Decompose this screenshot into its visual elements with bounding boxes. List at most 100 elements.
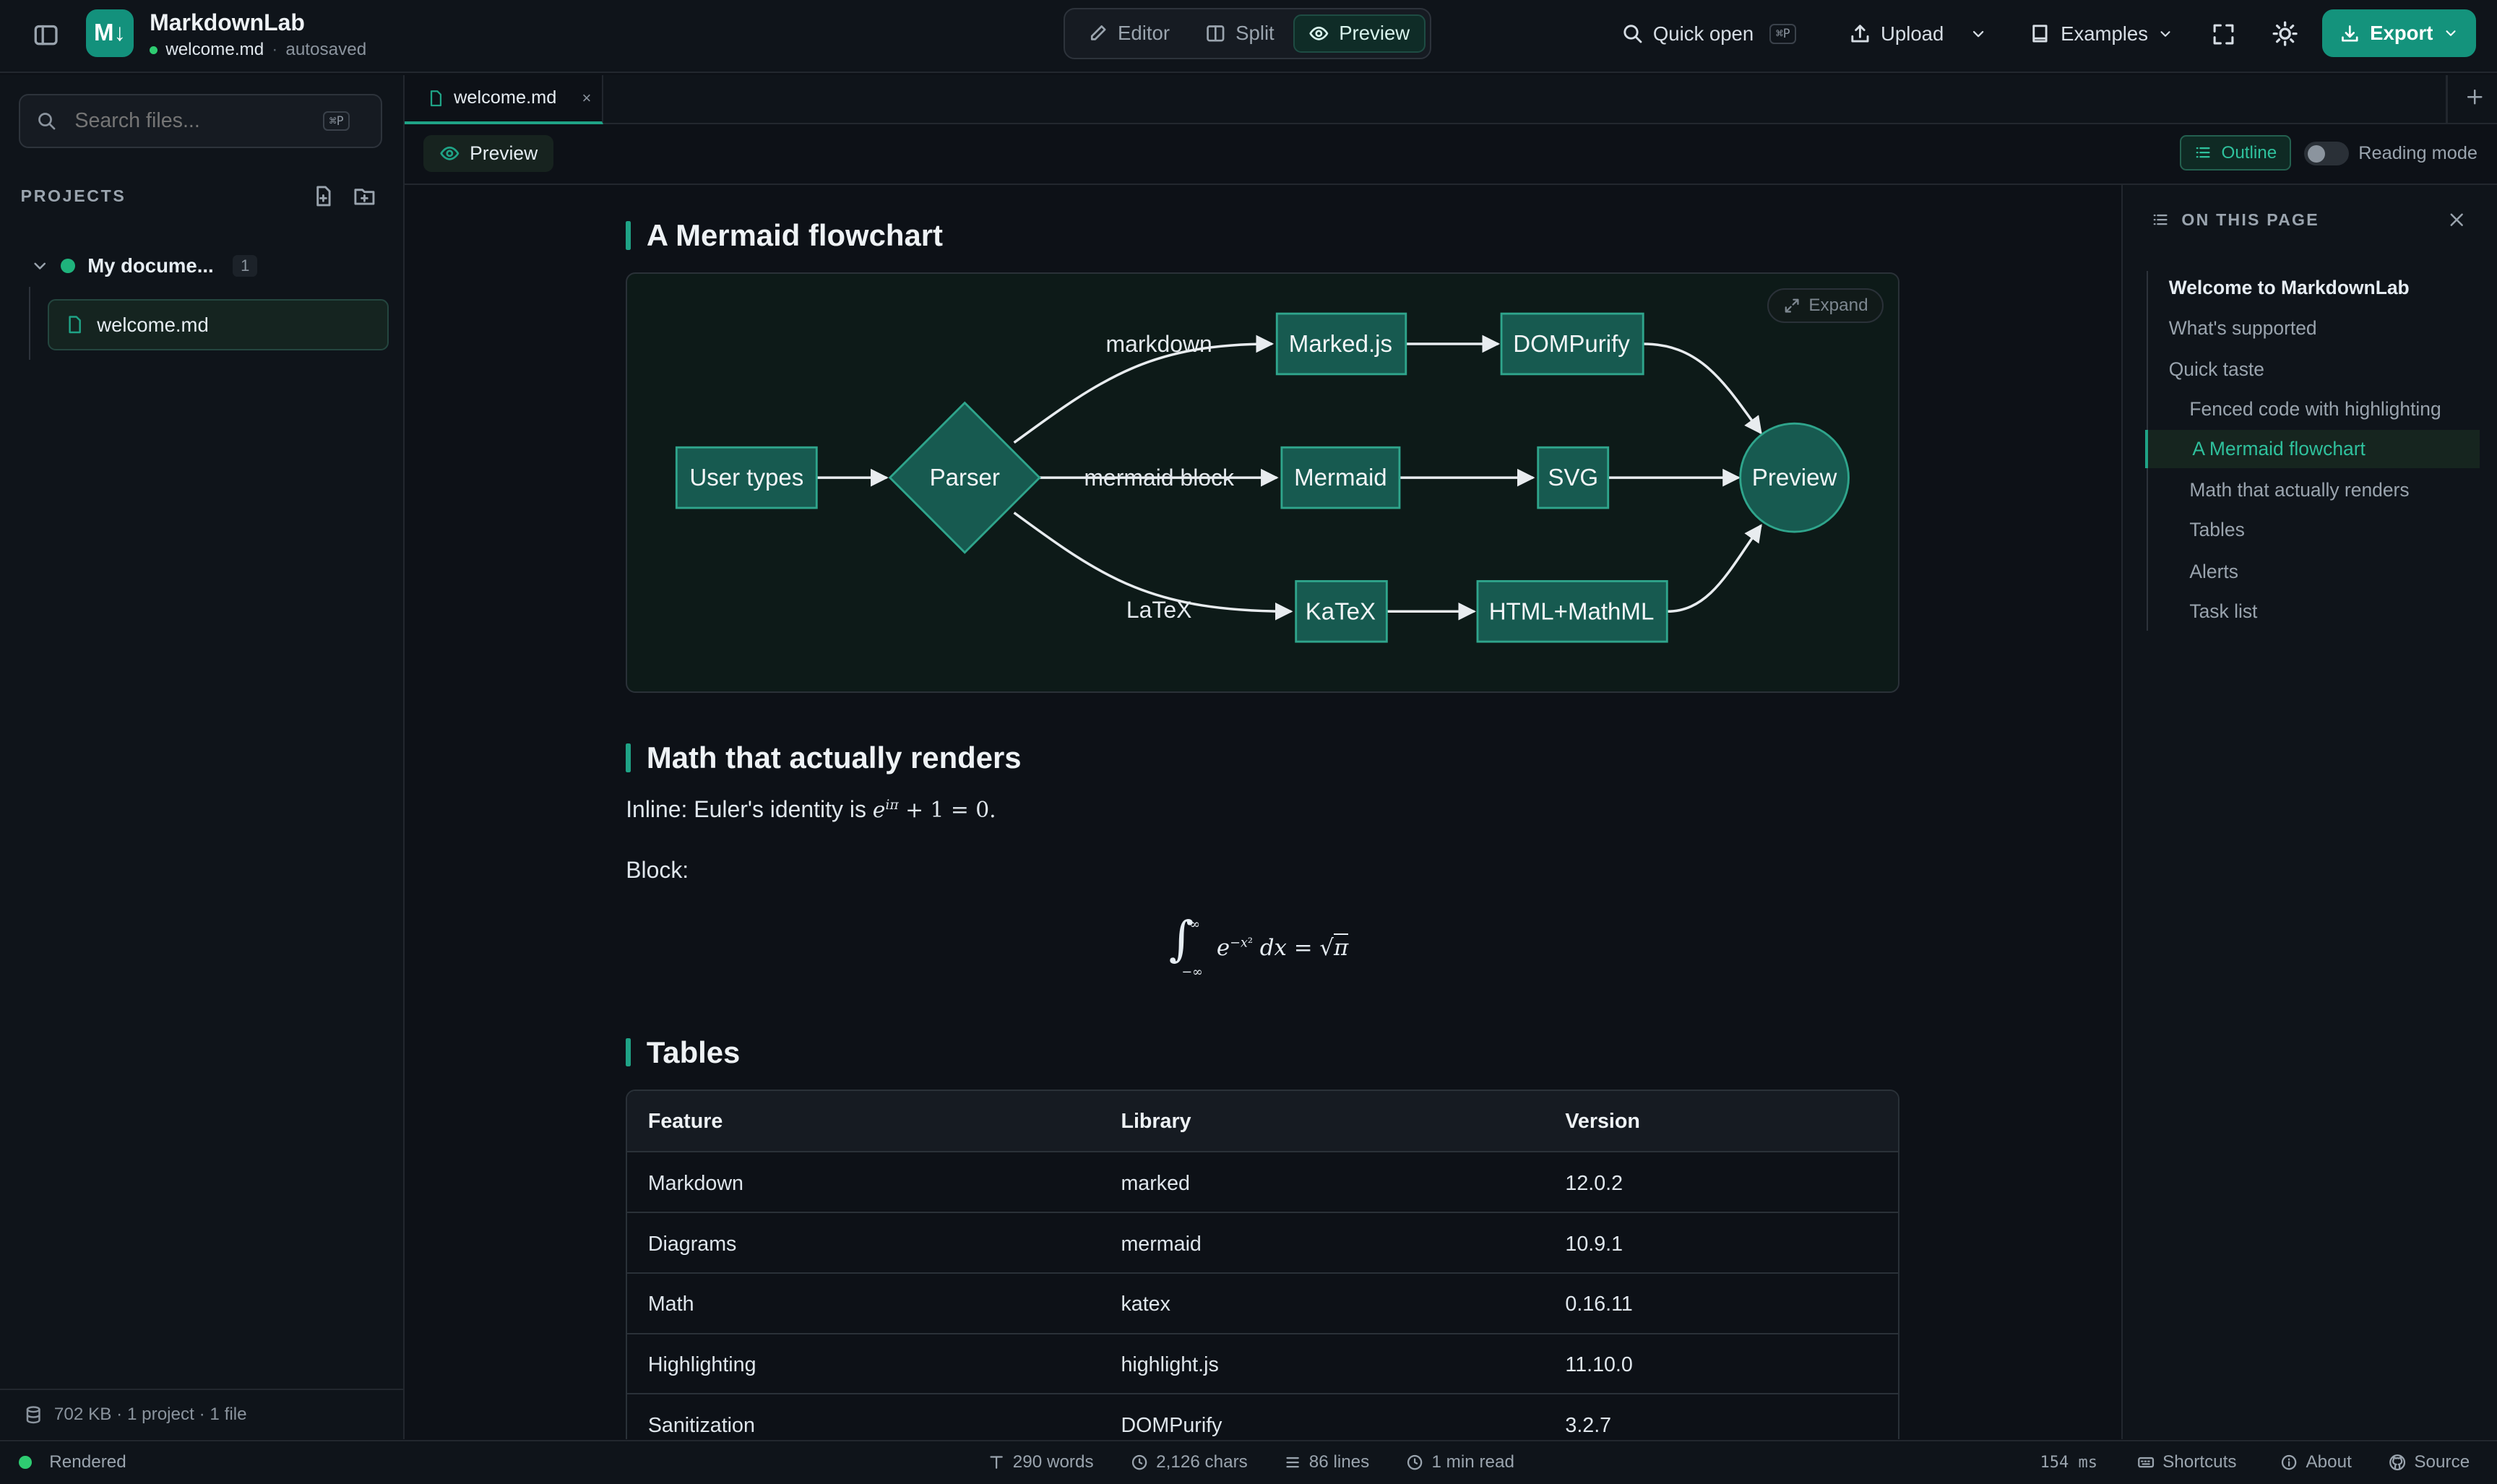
clock-icon <box>1131 1454 1147 1470</box>
chevron-down-icon <box>2446 30 2456 37</box>
file-item-label: welcome.md <box>97 313 209 336</box>
quick-open-button[interactable]: Quick open ⌘P <box>1621 22 1797 46</box>
project-row[interactable]: My docume... 1 <box>30 250 389 282</box>
upload-label: Upload <box>1881 22 1944 45</box>
read-time: 1 min read <box>1406 1452 1514 1472</box>
outline-toggle-button[interactable]: Outline <box>2180 135 2291 171</box>
source-label: Source <box>2414 1451 2470 1472</box>
view-mode-label: Editor <box>1118 22 1170 45</box>
outline-item-label: Alerts <box>2189 560 2238 582</box>
view-mode-label: Split <box>1235 22 1275 45</box>
heading-text: Math that actually renders <box>646 740 1022 775</box>
outline-item[interactable]: Math that actually renders <box>2145 471 2480 509</box>
fullscreen-button[interactable] <box>2212 22 2235 46</box>
clock-icon <box>1407 1454 1423 1470</box>
file-icon <box>69 316 82 334</box>
source-link[interactable]: Source <box>2389 1452 2470 1472</box>
flow-node-label: KaTeX <box>1306 598 1376 625</box>
outline-item-label: What's supported <box>2168 316 2317 339</box>
line-count: 86 lines <box>1284 1451 1370 1472</box>
outline-item[interactable]: What's supported <box>2145 309 2480 348</box>
view-mode-editor[interactable]: Editor <box>1073 14 1183 53</box>
table-cell: katex <box>1121 1293 1170 1316</box>
table-row: Markdown marked 12.0.2 <box>627 1151 1899 1212</box>
flow-edge <box>1013 335 1275 444</box>
close-outline-button[interactable] <box>2447 210 2466 229</box>
quick-open-label: Quick open <box>1652 22 1754 45</box>
line-count-text: 86 lines <box>1308 1451 1370 1472</box>
table-cell: Math <box>647 1293 694 1316</box>
separator-dot: · <box>272 40 278 60</box>
preview-content: A Mermaid flowchart Expand User types Pa… <box>405 185 2121 1440</box>
theme-toggle-button[interactable] <box>2272 21 2298 46</box>
heading-text: Tables <box>646 1035 741 1069</box>
render-status: Rendered <box>19 1452 126 1472</box>
outline-item-label: Math that actually renders <box>2189 479 2410 501</box>
outline-item[interactable]: Tables <box>2145 511 2480 549</box>
about-label: About <box>2306 1451 2352 1472</box>
file-icon <box>430 90 441 106</box>
outline-item[interactable]: Fenced code with highlighting <box>2145 390 2480 428</box>
download-icon <box>2342 25 2358 42</box>
tab-close-button[interactable]: × <box>582 89 592 108</box>
outline-item[interactable]: Welcome to MarkdownLab <box>2145 269 2480 307</box>
view-mode-preview[interactable]: Preview <box>1293 14 1426 53</box>
text-icon <box>989 1456 1003 1469</box>
chevron-down-icon <box>2160 31 2170 37</box>
word-count-text: 290 words <box>1012 1451 1094 1472</box>
examples-label: Examples <box>2061 22 2149 45</box>
search-icon <box>38 113 56 130</box>
outline-item[interactable]: Task list <box>2145 592 2480 631</box>
table-row: Math katex 0.16.11 <box>627 1272 1899 1333</box>
about-button[interactable]: About <box>2280 1452 2352 1472</box>
gaussian-integral-formula: ∫ ∞ −∞ e−x² dx = √π <box>1168 910 1349 980</box>
table-row: Diagrams mermaid 10.9.1 <box>627 1212 1899 1272</box>
outline-item[interactable]: Alerts <box>2145 553 2480 591</box>
table-cell: highlight.js <box>1121 1353 1219 1377</box>
table-header-row: Feature Library Version <box>627 1090 1899 1152</box>
upload-button[interactable]: Upload <box>1849 22 1944 46</box>
database-icon <box>26 1406 40 1424</box>
plus-icon <box>2467 90 2483 105</box>
flow-edge-label: mermaid block <box>1084 465 1235 491</box>
outline-item-active[interactable]: A Mermaid flowchart <box>2144 430 2480 468</box>
reading-mode-toggle[interactable] <box>2304 142 2350 166</box>
outline-item-label: A Mermaid flowchart <box>2192 438 2366 460</box>
outline-item[interactable]: Quick taste <box>2145 350 2480 389</box>
new-tab-button[interactable] <box>2465 87 2484 106</box>
view-bar: Preview Outline Reading mode <box>404 124 2497 185</box>
outline-item-label: Quick taste <box>2168 358 2264 380</box>
tab-bar: welcome.md × <box>404 74 2497 124</box>
new-folder-button[interactable] <box>353 185 376 207</box>
outline-item-label: Task list <box>2189 600 2258 622</box>
flow-node-label: Marked.js <box>1289 331 1392 358</box>
new-folder-icon <box>354 188 375 205</box>
table-header-cell: Library <box>1121 1110 1191 1134</box>
export-button[interactable]: Export <box>2321 9 2477 58</box>
view-mode-split[interactable]: Split <box>1191 14 1288 53</box>
heading-accent-bar <box>626 743 631 772</box>
split-icon <box>1207 25 1225 42</box>
toggle-sidebar-button[interactable] <box>33 22 59 48</box>
lines-icon <box>1285 1457 1299 1468</box>
render-time-text: 154 ms <box>2040 1454 2098 1472</box>
saved-dot-icon <box>150 46 158 54</box>
render-status-text: Rendered <box>49 1451 126 1472</box>
search-files-input[interactable] <box>74 108 314 133</box>
outline-item-label: Welcome to MarkdownLab <box>2168 277 2410 299</box>
shortcuts-button[interactable]: Shortcuts <box>2137 1452 2237 1472</box>
upload-options-button[interactable] <box>1970 25 1987 43</box>
library-table: Feature Library Version Markdown marked … <box>626 1089 1900 1440</box>
outline-header: ON THIS PAGE <box>2152 210 2319 230</box>
table-header-cell: Version <box>1565 1110 1640 1134</box>
file-sidebar: ⌘P PROJECTS My docume... 1 welcome.md 70… <box>0 74 405 1440</box>
table-cell: 3.2.7 <box>1565 1413 1612 1437</box>
tree-guide-line <box>28 286 30 361</box>
tab-welcome[interactable]: welcome.md × <box>404 74 604 124</box>
toggle-knob <box>2307 144 2325 163</box>
examples-button[interactable]: Examples <box>2029 22 2173 46</box>
flow-node-label: DOMPurify <box>1513 331 1630 358</box>
search-shortcut: ⌘P <box>323 111 350 131</box>
new-file-button[interactable] <box>312 185 335 207</box>
file-item-welcome[interactable]: welcome.md <box>48 299 389 350</box>
